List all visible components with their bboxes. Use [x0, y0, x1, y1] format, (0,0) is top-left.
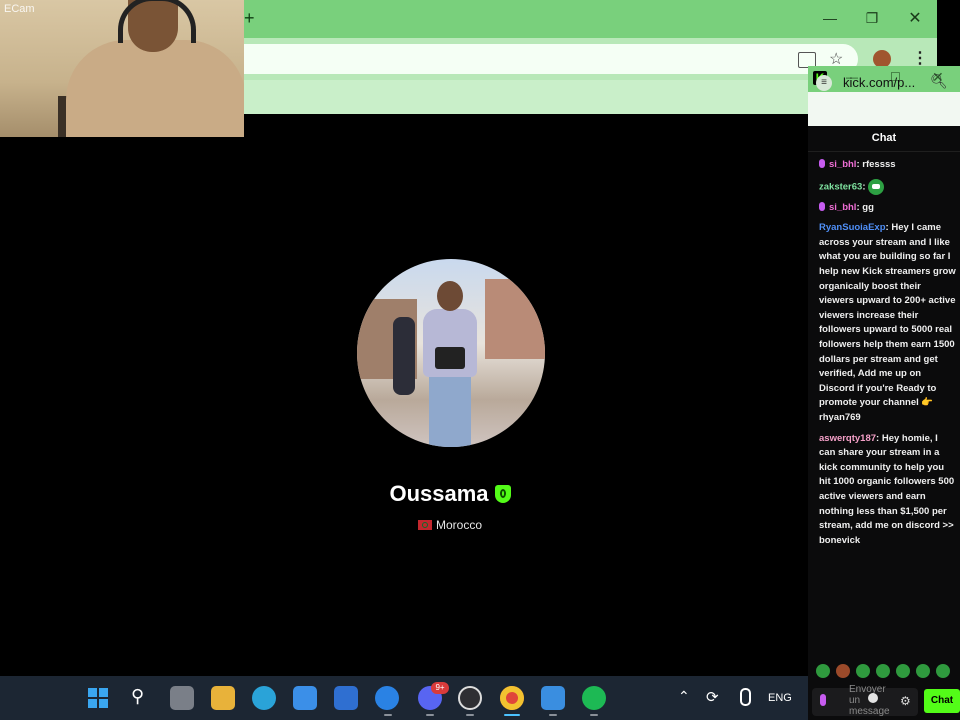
avatar-person-legs	[429, 373, 471, 447]
running-indicator	[590, 714, 598, 716]
file-explorer-icon[interactable]	[211, 686, 235, 710]
edge-browser-icon[interactable]	[252, 686, 276, 710]
windows-taskbar: ⚲ 9+ ⌃ ⟳ ENG	[0, 676, 808, 720]
chat-header: Chat	[808, 126, 960, 152]
running-indicator	[384, 714, 392, 716]
chat-username[interactable]: si_bhl	[829, 202, 856, 213]
running-indicator	[549, 714, 557, 716]
chat-username[interactable]: RyanSuoiaExp	[819, 222, 886, 233]
emote-chip-icon[interactable]	[916, 664, 930, 678]
chat-message: aswerqty187: Hey homie, I can share your…	[808, 430, 960, 553]
language-indicator[interactable]: ENG	[768, 692, 792, 704]
running-indicator	[426, 714, 434, 716]
send-chat-button[interactable]: Chat	[924, 689, 960, 713]
chat-username[interactable]: si_bhl	[829, 159, 856, 170]
chrome-icon[interactable]	[500, 686, 524, 710]
avatar-person-head	[437, 281, 463, 311]
task-view-icon[interactable]	[170, 686, 194, 710]
running-indicator	[466, 714, 474, 716]
popup-url-bar	[808, 92, 960, 126]
chat-message: si_bhl: gg	[808, 199, 960, 220]
avatar-building	[485, 279, 545, 359]
camera-app-icon[interactable]	[541, 686, 565, 710]
tray-mic-icon[interactable]	[740, 688, 751, 706]
close-button[interactable]: ✕	[895, 8, 935, 28]
webcam-person-hoodie	[66, 40, 244, 137]
store-icon[interactable]	[293, 686, 317, 710]
minimize-button[interactable]: —	[810, 10, 850, 26]
tray-sync-icon[interactable]: ⟳	[706, 688, 719, 706]
chat-username[interactable]: aswerqty187	[819, 433, 876, 444]
mail-icon[interactable]	[334, 686, 358, 710]
spotify-icon[interactable]	[582, 686, 606, 710]
chat-message: si_bhl: rfessss	[808, 156, 960, 177]
chat-text: rfessss	[862, 159, 896, 170]
kebab-menu-icon[interactable]: ⋮	[912, 48, 928, 68]
maximize-button[interactable]: ❐	[852, 10, 892, 27]
windows-start-icon[interactable]	[88, 688, 108, 708]
emote-chip-icon[interactable]	[816, 664, 830, 678]
mic-icon	[819, 159, 825, 168]
zoom-app-icon[interactable]	[375, 686, 399, 710]
profile-name-text: Oussama	[389, 481, 489, 507]
profile-avatar	[357, 259, 545, 447]
emote-quick-bar	[816, 664, 960, 682]
tray-chevron-up-icon[interactable]: ⌃	[678, 688, 690, 705]
emoji-picker-icon[interactable]	[868, 693, 878, 703]
profile-country: Morocco	[360, 518, 540, 532]
chat-text: gg	[862, 201, 874, 213]
zoom-icon[interactable]: 🔍︎	[930, 73, 948, 90]
morocco-flag-icon	[417, 520, 432, 530]
chat-text: Hey I came across your stream and I like…	[819, 222, 956, 424]
emote-chip-icon[interactable]	[836, 664, 850, 678]
kick-chat-window: K — ☐ ✕ ≡ kick.com/p... 🔍︎ Chat si_bhl: …	[808, 66, 960, 720]
emote-chip-icon[interactable]	[936, 664, 950, 678]
new-tab-button[interactable]: +	[244, 8, 255, 29]
mic-badge-icon	[820, 694, 826, 706]
emote-chip-icon[interactable]	[856, 664, 870, 678]
chat-text: Hey homie, I can share your stream in a …	[819, 432, 955, 546]
site-settings-icon[interactable]: ≡	[816, 75, 832, 91]
avatar-bag	[435, 347, 465, 369]
emote-icon	[868, 178, 885, 195]
popup-url-text[interactable]: kick.com/p...	[843, 75, 915, 90]
obs-icon[interactable]	[458, 686, 482, 710]
active-app-indicator	[504, 714, 520, 716]
emote-chip-icon[interactable]	[896, 664, 910, 678]
emote-chip-icon[interactable]	[876, 664, 890, 678]
headset-icon	[118, 0, 196, 43]
chat-message: RyanSuoiaExp: Hey I came across your str…	[808, 219, 960, 429]
discord-notification-badge: 9+	[431, 682, 449, 694]
webcam-overlay: ECam	[0, 0, 244, 137]
mic-icon	[819, 201, 825, 211]
chat-message-list[interactable]: si_bhl: rfessss zakster63: si_bhl: gg Ryan…	[808, 156, 960, 552]
webcam-label: ECam	[4, 3, 35, 15]
avatar-passerby	[393, 317, 415, 395]
taskbar-search-icon[interactable]: ⚲	[131, 686, 144, 707]
profile-name: Oussama	[300, 480, 600, 507]
chat-username[interactable]: zakster63	[819, 181, 862, 192]
chat-message: zakster63:	[808, 177, 960, 199]
chat-settings-gear-icon[interactable]: ⚙	[900, 694, 911, 708]
verified-badge-icon	[494, 485, 511, 504]
country-label: Morocco	[435, 518, 482, 532]
